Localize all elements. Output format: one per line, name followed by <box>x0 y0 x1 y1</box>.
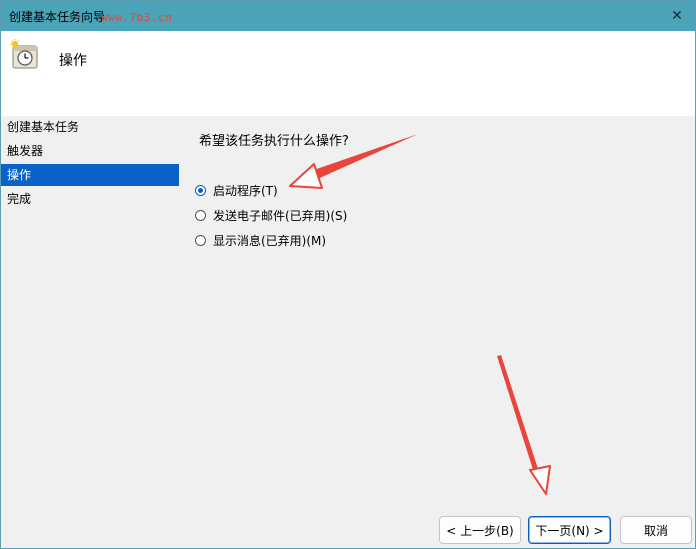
annotation-overlay <box>289 134 551 495</box>
annotation-arrow-to-next-button <box>497 355 551 495</box>
annotation-arrow-to-start-program <box>289 134 418 189</box>
